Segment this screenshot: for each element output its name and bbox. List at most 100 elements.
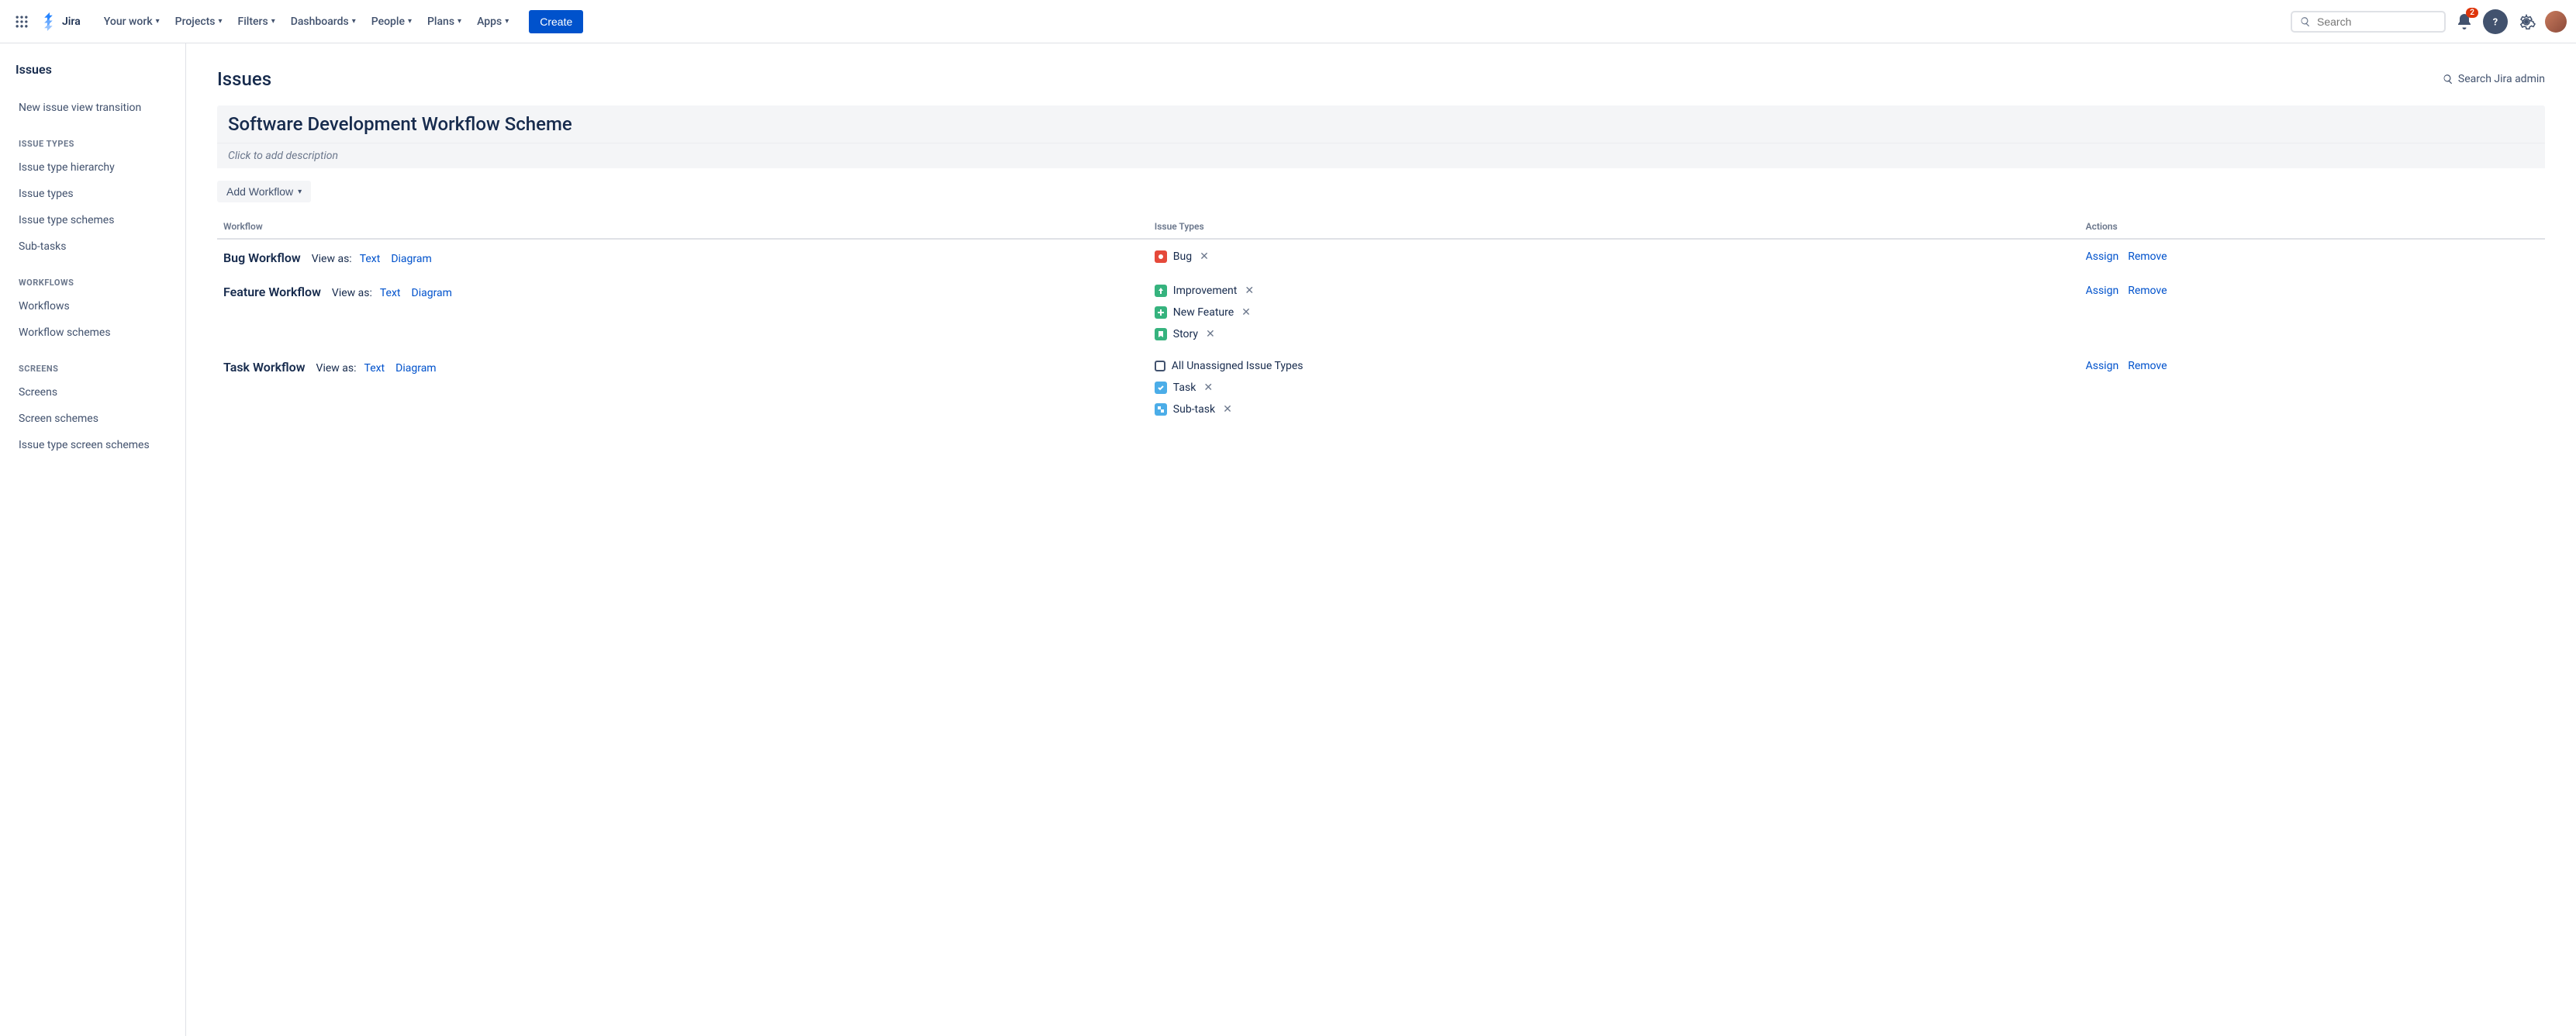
issue-type-item: Story ✕ [1155,328,2074,340]
jira-logo[interactable]: Jira [37,12,84,31]
nav-item-your-work[interactable]: Your work▾ [96,9,167,34]
improvement-icon [1155,285,1167,297]
global-search[interactable] [2291,11,2446,33]
view-diagram-link[interactable]: Diagram [412,287,452,299]
user-avatar[interactable] [2545,11,2567,33]
create-button[interactable]: Create [529,10,583,33]
workflow-row: Feature WorkflowView as:TextDiagramImpro… [217,275,2545,351]
page-layout: Issues New issue view transition ISSUE T… [0,43,2576,1036]
issue-type-item: All Unassigned Issue Types [1155,360,2074,372]
sidebar-link-sub-tasks[interactable]: Sub-tasks [12,234,173,259]
remove-link[interactable]: Remove [2128,360,2167,372]
remove-issue-type-icon[interactable]: ✕ [1203,382,1213,394]
jira-logo-text: Jira [62,16,81,28]
task-icon [1155,382,1167,394]
assign-link[interactable]: Assign [2086,360,2119,372]
workflow-row: Task WorkflowView as:TextDiagramAll Unas… [217,351,2545,426]
nav-item-filters[interactable]: Filters▾ [230,9,283,34]
chevron-down-icon: ▾ [352,17,356,26]
issue-type-label: Improvement [1173,285,1238,297]
jira-icon [40,12,59,31]
workflow-table: Workflow Issue Types Actions Bug Workflo… [217,215,2545,426]
main-content: Issues Search Jira admin Software Develo… [186,43,2576,1036]
story-icon [1155,328,1167,340]
view-diagram-link[interactable]: Diagram [395,362,436,375]
nav-item-people[interactable]: People▾ [364,9,420,34]
subtask-icon [1155,403,1167,416]
nav-item-apps[interactable]: Apps▾ [469,9,516,34]
workflow-name: Feature Workflow [223,285,321,299]
search-jira-admin[interactable]: Search Jira admin [2443,73,2545,85]
issue-type-label: All Unassigned Issue Types [1172,360,1304,372]
sidebar-link-screen-schemes[interactable]: Screen schemes [12,406,173,431]
sidebar-link-workflows[interactable]: Workflows [12,294,173,319]
help-icon: ? [2487,13,2504,30]
view-text-link[interactable]: Text [380,287,401,299]
sidebar-link-screens[interactable]: Screens [12,380,173,405]
nav-item-projects[interactable]: Projects▾ [167,9,230,34]
sidebar-heading: WORKFLOWS [12,278,173,288]
sidebar-link-issue-type-screen-schemes[interactable]: Issue type screen schemes [12,433,173,458]
global-search-input[interactable] [2317,16,2436,28]
workflow-name: Task Workflow [223,360,306,375]
chevron-down-icon: ▾ [271,17,275,26]
workflow-name: Bug Workflow [223,250,301,265]
scheme-title[interactable]: Software Development Workflow Scheme [228,113,2534,135]
scheme-header: Software Development Workflow Scheme [217,105,2545,143]
nav-item-dashboards[interactable]: Dashboards▾ [283,9,364,34]
view-text-link[interactable]: Text [364,362,385,375]
help-button[interactable]: ? [2483,9,2508,34]
remove-issue-type-icon[interactable]: ✕ [1200,250,1209,263]
issue-type-label: Story [1173,328,1198,340]
issue-type-item: Bug ✕ [1155,250,2074,263]
app-switcher-icon[interactable] [9,9,34,34]
top-nav-left: Jira Your work▾Projects▾Filters▾Dashboar… [9,9,583,34]
view-text-link[interactable]: Text [360,253,381,265]
unassigned-icon [1155,361,1165,371]
svg-text:?: ? [2493,16,2498,28]
notification-badge: 2 [2466,8,2478,18]
sidebar-title: Issues [12,62,173,77]
notifications-button[interactable]: 2 [2452,9,2477,34]
view-as-label: View as: [312,253,352,265]
scheme-description[interactable]: Click to add description [217,143,2545,168]
chevron-down-icon: ▾ [219,17,223,26]
col-issue-types: Issue Types [1148,215,2080,239]
workflow-row: Bug Workflow View as: Text Diagram Bug ✕ Assig… [217,239,2545,275]
chevron-down-icon: ▾ [298,188,302,196]
gear-icon [2517,12,2536,31]
view-diagram-link[interactable]: Diagram [391,253,431,265]
sidebar-link-issue-type-schemes[interactable]: Issue type schemes [12,208,173,233]
top-nav: Jira Your work▾Projects▾Filters▾Dashboar… [0,0,2576,43]
remove-link[interactable]: Remove [2128,285,2167,297]
remove-issue-type-icon[interactable]: ✕ [1206,328,1215,340]
assign-link[interactable]: Assign [2086,250,2119,263]
sidebar-link-workflow-schemes[interactable]: Workflow schemes [12,320,173,345]
remove-issue-type-icon[interactable]: ✕ [1241,306,1251,319]
issue-type-item: New Feature ✕ [1155,306,2074,319]
sidebar-link-new-issue-view-transition[interactable]: New issue view transition [12,95,173,120]
nav-item-label: Plans [427,16,454,28]
settings-button[interactable] [2514,9,2539,34]
issue-type-label: Task [1173,382,1196,394]
col-workflow: Workflow [217,215,1148,239]
issue-type-label: Bug [1173,250,1192,263]
sidebar-heading: SCREENS [12,364,173,374]
nav-item-label: Your work [104,16,153,28]
search-icon [2300,16,2311,28]
add-workflow-button[interactable]: Add Workflow ▾ [217,181,311,202]
sidebar-link-issue-type-hierarchy[interactable]: Issue type hierarchy [12,155,173,180]
sidebar-link-issue-types[interactable]: Issue types [12,181,173,206]
remove-link[interactable]: Remove [2128,250,2167,263]
issue-type-label: Sub-task [1173,403,1215,416]
nav-item-label: Projects [175,16,216,28]
remove-issue-type-icon[interactable]: ✕ [1223,403,1232,416]
sidebar-heading: ISSUE TYPES [12,139,173,149]
remove-issue-type-icon[interactable]: ✕ [1245,285,1254,297]
issue-type-label: New Feature [1173,306,1234,319]
page-title: Issues [217,68,271,90]
nav-item-plans[interactable]: Plans▾ [420,9,469,34]
assign-link[interactable]: Assign [2086,285,2119,297]
chevron-down-icon: ▾ [408,17,412,26]
top-nav-right: 2 ? [2291,9,2567,34]
